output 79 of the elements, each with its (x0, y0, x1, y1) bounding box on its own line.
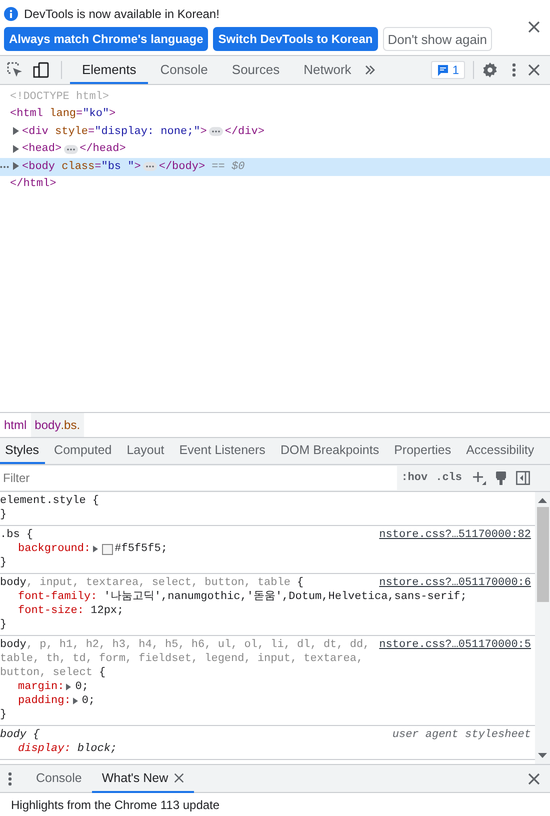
ellipsis-icon[interactable] (64, 144, 78, 154)
drawer-tab[interactable]: Console (26, 764, 92, 792)
property-name[interactable]: margin: (18, 680, 64, 694)
infobar-button[interactable]: Don't show again (382, 27, 492, 51)
sidebar-tab[interactable]: Event Listeners (174, 438, 272, 464)
rule-closing-brace: } (0, 708, 7, 722)
property-name[interactable]: padding: (18, 694, 71, 708)
property-name[interactable]: display: (18, 742, 71, 756)
issues-button[interactable]: 1 (431, 61, 465, 79)
property-value[interactable]: #f5f5f5; (114, 542, 168, 556)
expand-arrow-icon[interactable] (92, 545, 98, 553)
panel-tab[interactable]: Sources (220, 56, 292, 84)
sidebar-tab[interactable]: Accessibility (461, 438, 540, 464)
rule-selector: .bs { (0, 528, 34, 542)
drawer-tab[interactable]: What's New (92, 764, 194, 792)
filter-field[interactable]: Filter (0, 466, 398, 490)
infobar-button[interactable]: Always match Chrome's language (4, 27, 208, 51)
expand-arrow-icon[interactable] (13, 127, 19, 135)
property-name[interactable]: font-family: (18, 590, 98, 604)
source-link[interactable]: nstore.css?…051170000:5 (379, 638, 531, 680)
device-icon[interactable] (33, 62, 49, 78)
infobar-button[interactable]: Switch DevTools to Korean (213, 27, 378, 51)
dom-node-line[interactable]: </html> (0, 176, 550, 193)
sidebar-tab[interactable]: Layout (122, 438, 170, 464)
source-label: user agent stylesheet (392, 728, 531, 742)
close-icon[interactable] (174, 772, 184, 782)
property-value[interactable]: '나눔고딕',nanumgothic,'돋움',Dotum,Helvetica,sans-serif; (104, 590, 467, 604)
rule-selector: body, p, h1, h2, h3, h4, h5, h6, ul, ol, li, dl, dt, dd, table, th, td, form, fieldset, legend, input, textarea, button, select { (0, 638, 371, 680)
sidebar-tab[interactable]: DOM Breakpoints (275, 438, 386, 464)
more-menu-icon[interactable] (512, 63, 516, 77)
scrollbar-thumb[interactable] (536, 507, 548, 602)
toggle-button[interactable]: .cls (432, 472, 466, 484)
expand-arrow-icon[interactable] (13, 144, 19, 152)
issues-count: 1 (452, 63, 459, 77)
sidebar-tab[interactable]: Computed (49, 438, 118, 464)
toggle-button[interactable]: :hov (397, 472, 432, 484)
color-swatch[interactable] (102, 544, 113, 554)
sidebar-toggle-icon[interactable] (516, 471, 530, 485)
message-icon (437, 64, 450, 76)
panel-tab[interactable]: Console (148, 56, 220, 84)
panel-tab[interactable]: Elements (70, 56, 148, 84)
panel-tab[interactable]: Network (292, 56, 364, 84)
dom-node-line[interactable]: <head> </head> (0, 140, 550, 158)
rule-closing-brace: } (0, 618, 7, 632)
settings-icon[interactable] (482, 62, 498, 78)
scroll-up-icon[interactable] (538, 498, 547, 503)
info-icon (4, 7, 18, 21)
ellipsis-icon[interactable] (208, 127, 223, 136)
dom-node-line[interactable]: <html lang="ko"> (0, 106, 550, 123)
property-value[interactable]: 12px; (90, 604, 124, 618)
more-menu-icon[interactable] (8, 772, 12, 786)
close-icon[interactable] (528, 772, 540, 784)
paint-brush-icon[interactable] (495, 471, 507, 485)
property-value[interactable]: 0; (82, 694, 96, 708)
drawer-text: Highlights from the Chrome 113 update (10, 798, 220, 812)
close-icon[interactable] (528, 64, 540, 76)
sidebar-tab[interactable]: Properties (389, 438, 458, 464)
dom-node-line[interactable]: <div style="display: none;"> </div> (0, 123, 550, 140)
property-value[interactable]: block; (77, 742, 118, 756)
ellipsis-icon[interactable] (142, 162, 157, 172)
breadcrumb[interactable]: html (0, 413, 31, 437)
breadcrumb[interactable]: body.bs. (30, 413, 84, 437)
inspect-icon[interactable] (7, 62, 23, 78)
rule-closing-brace: } (0, 508, 7, 522)
rule-selector: body, input, textarea, select, button, table { (0, 576, 305, 590)
property-name[interactable]: font-size: (18, 604, 84, 618)
plus-icon[interactable] (472, 471, 486, 485)
close-icon[interactable] (528, 21, 540, 33)
property-name[interactable]: background: (18, 542, 91, 556)
source-link[interactable]: nstore.css?…51170000:82 (379, 528, 531, 542)
expand-arrow-icon[interactable] (13, 162, 19, 170)
infobar-message: DevTools is now available in Korean! (24, 7, 220, 21)
more-tabs-icon[interactable] (365, 65, 376, 75)
source-link[interactable]: nstore.css?…051170000:6 (379, 576, 531, 590)
property-value[interactable]: 0; (75, 680, 88, 694)
rule-selector: element.style { (0, 494, 100, 508)
rule-selector: body { (0, 728, 41, 742)
rule-closing-brace: } (0, 556, 7, 570)
scroll-down-icon[interactable] (538, 753, 547, 758)
